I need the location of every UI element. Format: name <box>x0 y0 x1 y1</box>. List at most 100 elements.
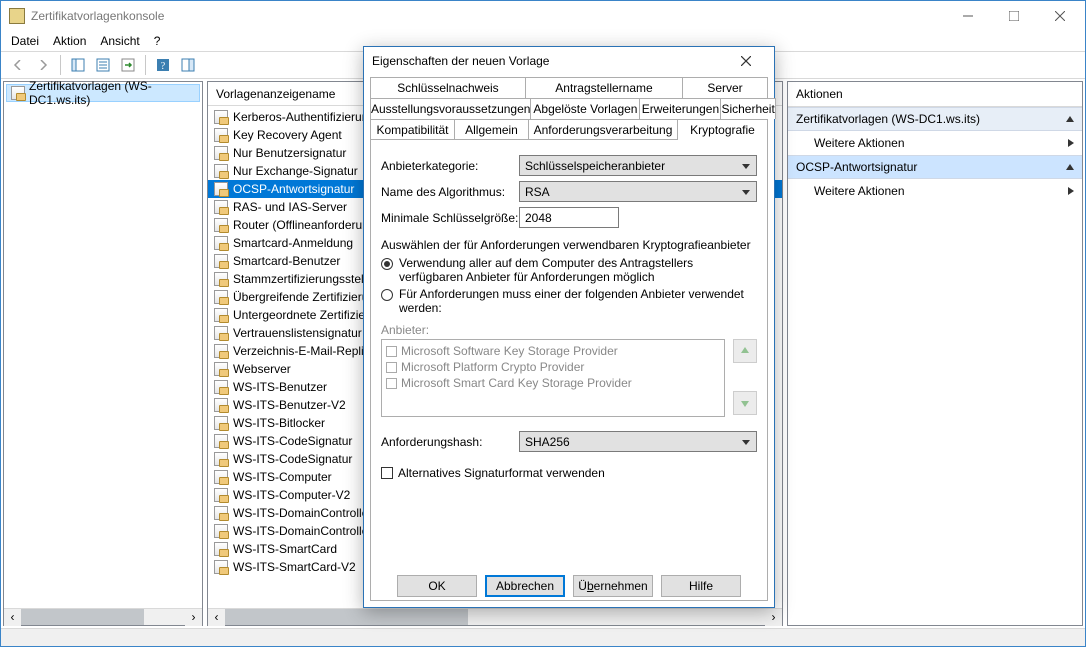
statusbar <box>1 628 1085 646</box>
list-item-label: WS-ITS-CodeSignatur <box>233 434 352 448</box>
toolbar-btn-1[interactable] <box>67 54 89 76</box>
cert-template-icon <box>214 254 228 268</box>
checkbox-icon <box>386 362 397 373</box>
alt-signature-checkbox[interactable]: Alternatives Signaturformat verwenden <box>381 466 757 480</box>
cert-template-icon <box>214 542 228 556</box>
keysize-label: Minimale Schlüsselgröße: <box>381 211 519 225</box>
radio-icon <box>381 258 393 270</box>
provider-item[interactable]: Microsoft Software Key Storage Provider <box>386 343 720 359</box>
actions-group-ocsp[interactable]: OCSP-Antwortsignatur <box>788 155 1082 179</box>
tree-item-templates[interactable]: Zertifikatvorlagen (WS-DC1.ws.its) <box>6 84 200 102</box>
tab-key-attestation[interactable]: Schlüsselnachweis <box>370 77 526 98</box>
provider-category-select[interactable]: Schlüsselspeicheranbieter <box>519 155 757 176</box>
move-down-button[interactable] <box>733 391 757 415</box>
cert-template-icon <box>214 218 228 232</box>
help-button[interactable]: Hilfe <box>661 575 741 597</box>
tabs-area: Schlüsselnachweis Antragstellername Serv… <box>364 75 774 601</box>
list-item-label: WS-ITS-DomainController <box>233 506 372 520</box>
maximize-button[interactable] <box>991 1 1037 31</box>
tab-request-handling[interactable]: Anforderungsverarbeitung <box>528 119 678 140</box>
hash-select[interactable]: SHA256 <box>519 431 757 452</box>
cert-template-icon <box>214 326 228 340</box>
actions-more-1[interactable]: Weitere Aktionen <box>788 131 1082 155</box>
list-item-label: Router (Offlineanforderung) <box>233 218 380 232</box>
cert-template-icon <box>214 452 228 466</box>
list-item-label: Smartcard-Benutzer <box>233 254 340 268</box>
apply-button[interactable]: Übernehmen <box>573 575 653 597</box>
close-button[interactable] <box>1037 1 1083 31</box>
actions-title: Aktionen <box>788 82 1082 107</box>
tab-compat[interactable]: Kompatibilität <box>370 119 455 140</box>
list-item-label: Smartcard-Anmeldung <box>233 236 353 250</box>
keysize-input[interactable]: 2048 <box>519 207 619 228</box>
cert-template-icon <box>11 86 25 100</box>
cert-template-icon <box>214 416 228 430</box>
provider-item[interactable]: Microsoft Smart Card Key Storage Provide… <box>386 375 720 391</box>
radio-label: Für Anforderungen muss einer der folgend… <box>399 287 757 315</box>
list-item-label: WS-ITS-CodeSignatur <box>233 452 352 466</box>
providers-listbox: Microsoft Software Key Storage Provider … <box>381 339 725 417</box>
list-item-label: WS-ITS-Computer-V2 <box>233 488 350 502</box>
minimize-button[interactable] <box>945 1 991 31</box>
toolbar-btn-2[interactable] <box>92 54 114 76</box>
radio-specific-providers[interactable]: Für Anforderungen muss einer der folgend… <box>381 287 757 315</box>
hash-label: Anforderungshash: <box>381 435 519 449</box>
actions-more-2[interactable]: Weitere Aktionen <box>788 179 1082 203</box>
actions-more-label: Weitere Aktionen <box>814 184 905 198</box>
tab-issuance-req[interactable]: Ausstellungsvoraussetzungen <box>370 98 531 119</box>
tab-extensions[interactable]: Erweiterungen <box>639 98 721 119</box>
algorithm-label: Name des Algorithmus: <box>381 185 519 199</box>
provider-category-label: Anbieterkategorie: <box>381 159 519 173</box>
cert-template-icon <box>214 164 228 178</box>
window-title: Zertifikatvorlagenkonsole <box>31 9 945 23</box>
actions-group-templates[interactable]: Zertifikatvorlagen (WS-DC1.ws.its) <box>788 107 1082 131</box>
tab-server[interactable]: Server <box>682 77 768 98</box>
move-up-button[interactable] <box>733 339 757 363</box>
list-item-label: RAS- und IAS-Server <box>233 200 347 214</box>
cert-template-icon <box>214 290 228 304</box>
cert-template-icon <box>214 560 228 574</box>
tab-general[interactable]: Allgemein <box>454 119 529 140</box>
cancel-button[interactable]: Abbrechen <box>485 575 565 597</box>
cert-template-icon <box>214 308 228 322</box>
list-item-label: Key Recovery Agent <box>233 128 342 142</box>
list-item-label: Vertrauenslistensignatur <box>233 326 362 340</box>
menu-action[interactable]: Aktion <box>53 34 86 48</box>
list-item-label: Nur Benutzersignatur <box>233 146 346 160</box>
toolbar-help-button[interactable]: ? <box>152 54 174 76</box>
checkbox-icon <box>386 378 397 389</box>
cert-template-icon <box>214 128 228 142</box>
cert-template-icon <box>214 524 228 538</box>
tab-cryptography[interactable]: Kryptografie <box>677 119 768 140</box>
tab-subject-name[interactable]: Antragstellername <box>525 77 683 98</box>
list-item-label: WS-ITS-Bitlocker <box>233 416 325 430</box>
nav-forward-button[interactable] <box>32 54 54 76</box>
list-item-label: WS-ITS-SmartCard-V2 <box>233 560 356 574</box>
tree-h-scrollbar[interactable]: ‹› <box>4 608 202 625</box>
collapse-icon <box>1066 164 1074 170</box>
providers-list-label: Anbieter: <box>381 323 757 337</box>
algorithm-select[interactable]: RSA <box>519 181 757 202</box>
dialog-close-button[interactable] <box>726 48 766 74</box>
chevron-right-icon <box>1068 139 1074 147</box>
cert-template-icon <box>214 506 228 520</box>
list-h-scrollbar[interactable]: ‹› <box>208 608 782 625</box>
tree-item-label: Zertifikatvorlagen (WS-DC1.ws.its) <box>29 79 195 107</box>
list-item-label: WS-ITS-SmartCard <box>233 542 337 556</box>
nav-back-button[interactable] <box>7 54 29 76</box>
collapse-icon <box>1066 116 1074 122</box>
actions-group-label: OCSP-Antwortsignatur <box>796 160 917 174</box>
tab-security[interactable]: Sicherheit <box>720 98 775 119</box>
toolbar-btn-3[interactable] <box>117 54 139 76</box>
ok-button[interactable]: OK <box>397 575 477 597</box>
radio-all-providers[interactable]: Verwendung aller auf dem Computer des An… <box>381 256 757 284</box>
tab-superseded[interactable]: Abgelöste Vorlagen <box>530 98 640 119</box>
cert-template-icon <box>214 272 228 286</box>
menu-help[interactable]: ? <box>154 34 161 48</box>
provider-item[interactable]: Microsoft Platform Crypto Provider <box>386 359 720 375</box>
menu-file[interactable]: Datei <box>11 34 39 48</box>
cert-template-icon <box>214 398 228 412</box>
menu-view[interactable]: Ansicht <box>100 34 139 48</box>
toolbar-btn-5[interactable] <box>177 54 199 76</box>
cert-template-icon <box>214 434 228 448</box>
